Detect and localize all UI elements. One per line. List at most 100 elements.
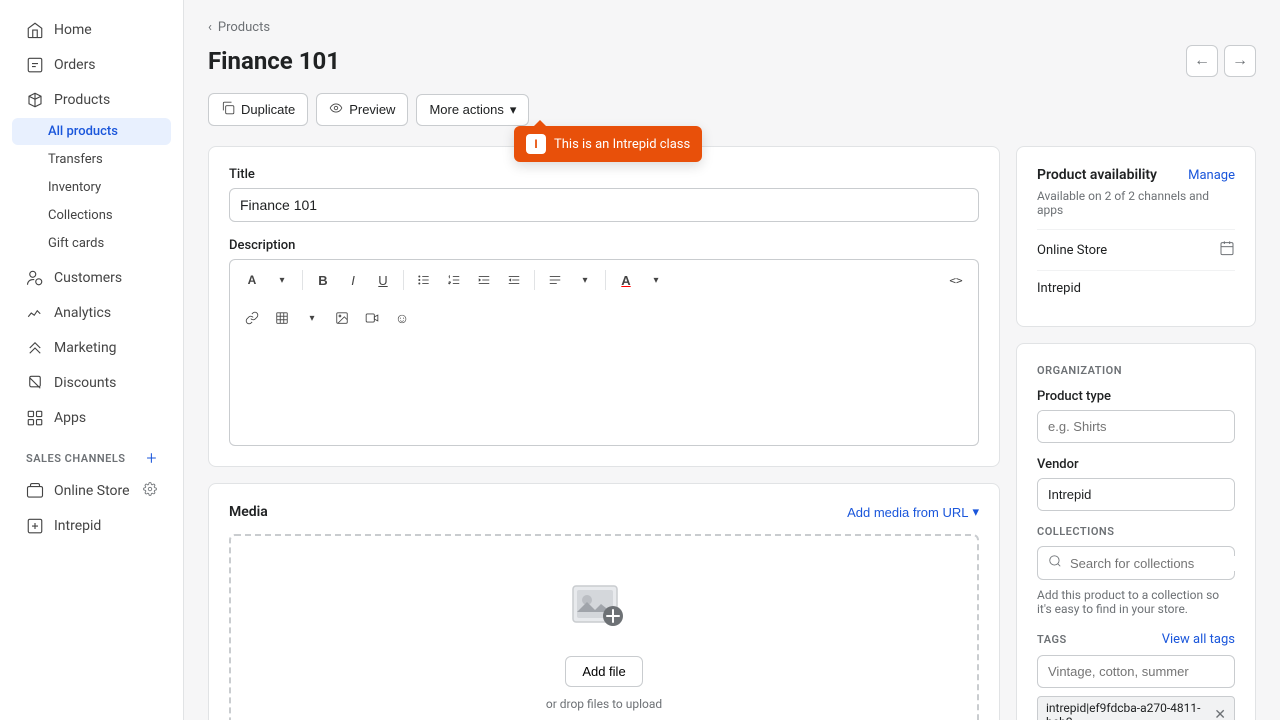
main-content: ‹ Products Finance 101 ← → Duplicate Pre…	[184, 0, 1280, 720]
sidebar-item-orders-label: Orders	[54, 57, 96, 73]
description-label: Description	[229, 238, 979, 253]
breadcrumb-arrow: ‹	[208, 20, 212, 35]
availability-header: Product availability Manage	[1037, 167, 1235, 183]
apps-icon	[26, 409, 44, 427]
nav-arrows: ← →	[1186, 45, 1256, 77]
collections-section: COLLECTIONS Add this product to a collec…	[1037, 525, 1235, 616]
vendor-arrow[interactable]: ⇕	[1234, 479, 1235, 510]
sidebar-sub-transfers-label: Transfers	[48, 152, 103, 167]
tags-title: TAGS	[1037, 633, 1067, 646]
toolbar-indent-btn[interactable]	[470, 266, 498, 294]
duplicate-button[interactable]: Duplicate	[208, 93, 308, 126]
toolbar-sep-3	[534, 270, 535, 290]
tags-section: TAGS View all tags intrepid|ef9fdcba-a27…	[1037, 632, 1235, 720]
sidebar-item-discounts[interactable]: Discounts	[12, 366, 171, 400]
products-icon	[26, 91, 44, 109]
intrepid-icon	[26, 517, 44, 535]
chevron-down-icon: ▾	[510, 102, 517, 118]
toolbar-font-dropdown-btn[interactable]: ▾	[268, 266, 296, 294]
sidebar-item-apps[interactable]: Apps	[12, 401, 171, 435]
sidebar-sub-gift-cards-label: Gift cards	[48, 236, 104, 251]
sidebar-item-home[interactable]: Home	[12, 13, 171, 47]
toolbar-align-btn[interactable]	[541, 266, 569, 294]
more-actions-button[interactable]: More actions ▾	[416, 94, 529, 126]
sidebar-sub-inventory-label: Inventory	[48, 180, 101, 195]
media-card: Media Add media from URL ▾	[208, 483, 1000, 720]
sidebar-item-home-label: Home	[54, 22, 92, 38]
collections-search-input[interactable]	[1070, 556, 1246, 571]
toolbar-sep-4	[605, 270, 606, 290]
add-media-url-button[interactable]: Add media from URL ▾	[847, 504, 979, 520]
tags-input[interactable]	[1037, 655, 1235, 688]
toolbar-bold-btn[interactable]: B	[309, 266, 337, 294]
toolbar-code-btn[interactable]: <>	[942, 266, 970, 294]
toolbar-image-btn[interactable]	[328, 304, 356, 332]
toolbar-sep-1	[302, 270, 303, 290]
home-icon	[26, 21, 44, 39]
sidebar-item-products[interactable]: Products	[12, 83, 171, 117]
product-type-input[interactable]	[1038, 411, 1234, 442]
sidebar-item-customers-label: Customers	[54, 270, 122, 286]
vendor-row: Vendor ⇕	[1037, 457, 1235, 511]
title-field-label: Title	[229, 167, 979, 182]
channel-intrepid-label: Intrepid	[1037, 281, 1081, 296]
organization-card: Organization Product type ⇕ Vendor ⇕	[1016, 343, 1256, 720]
toolbar-text-color-dropdown-btn[interactable]: ▾	[642, 266, 670, 294]
sidebar-sub-all-products-label: All products	[48, 124, 118, 139]
sidebar-sub-gift-cards[interactable]: Gift cards	[12, 230, 171, 257]
product-type-select: ⇕	[1037, 410, 1235, 443]
title-input[interactable]	[229, 188, 979, 222]
vendor-select: ⇕	[1037, 478, 1235, 511]
view-all-tags-link[interactable]: View all tags	[1162, 632, 1235, 647]
toolbar-emoji-btn[interactable]: ☺	[388, 304, 416, 332]
toolbar-link-btn[interactable]	[238, 304, 266, 332]
nav-back-button[interactable]: ←	[1186, 45, 1218, 77]
toolbar-table-btn[interactable]	[268, 304, 296, 332]
analytics-icon	[26, 304, 44, 322]
collections-search[interactable]	[1037, 546, 1235, 580]
toolbar-underline-btn[interactable]: U	[369, 266, 397, 294]
sidebar-item-customers[interactable]: Customers	[12, 261, 171, 295]
add-file-button[interactable]: Add file	[565, 656, 642, 687]
preview-button[interactable]: Preview	[316, 93, 408, 126]
organization-title: Organization	[1037, 364, 1235, 377]
tooltip-text: This is an Intrepid class	[554, 137, 690, 152]
toolbar-align-dropdown-btn[interactable]: ▾	[571, 266, 599, 294]
duplicate-icon	[221, 101, 235, 118]
marketing-icon	[26, 339, 44, 357]
product-type-arrow[interactable]: ⇕	[1234, 411, 1235, 442]
sidebar-sub-collections[interactable]: Collections	[12, 202, 171, 229]
description-toolbar: A ▾ B I U	[229, 259, 979, 300]
toolbar-outdent-btn[interactable]	[500, 266, 528, 294]
tag-remove-button[interactable]: ✕	[1214, 708, 1226, 720]
sidebar-item-marketing[interactable]: Marketing	[12, 331, 171, 365]
toolbar-video-btn[interactable]	[358, 304, 386, 332]
manage-link[interactable]: Manage	[1188, 168, 1235, 183]
toolbar-text-color-btn[interactable]: A	[612, 266, 640, 294]
description-editor[interactable]	[229, 336, 979, 446]
toolbar-italic-btn[interactable]: I	[339, 266, 367, 294]
sidebar-sub-all-products[interactable]: All products	[12, 118, 171, 145]
sidebar-item-online-store[interactable]: Online Store	[12, 474, 171, 508]
vendor-input[interactable]	[1038, 479, 1234, 510]
breadcrumb-link[interactable]: Products	[218, 20, 270, 35]
discounts-icon	[26, 374, 44, 392]
toolbar-list-unordered-btn[interactable]	[410, 266, 438, 294]
sidebar-sub-inventory[interactable]: Inventory	[12, 174, 171, 201]
add-channel-icon[interactable]: +	[146, 448, 157, 469]
nav-forward-button[interactable]: →	[1224, 45, 1256, 77]
online-store-settings-icon[interactable]	[143, 482, 157, 500]
toolbar-table-dropdown-btn[interactable]: ▾	[298, 304, 326, 332]
tooltip-popup: I This is an Intrepid class	[514, 126, 702, 162]
toolbar-list-ordered-btn[interactable]	[440, 266, 468, 294]
sidebar-item-orders[interactable]: Orders	[12, 48, 171, 82]
sidebar-sub-transfers[interactable]: Transfers	[12, 146, 171, 173]
sidebar-item-analytics[interactable]: Analytics	[12, 296, 171, 330]
toolbar-font-btn[interactable]: A	[238, 266, 266, 294]
sidebar-item-intrepid[interactable]: Intrepid	[12, 509, 171, 543]
sidebar-item-apps-label: Apps	[54, 410, 86, 426]
media-drop-zone[interactable]: Add file or drop files to upload	[229, 534, 979, 720]
calendar-icon[interactable]	[1219, 240, 1235, 260]
online-store-icon	[26, 482, 44, 500]
sidebar-item-intrepid-label: Intrepid	[54, 518, 101, 534]
